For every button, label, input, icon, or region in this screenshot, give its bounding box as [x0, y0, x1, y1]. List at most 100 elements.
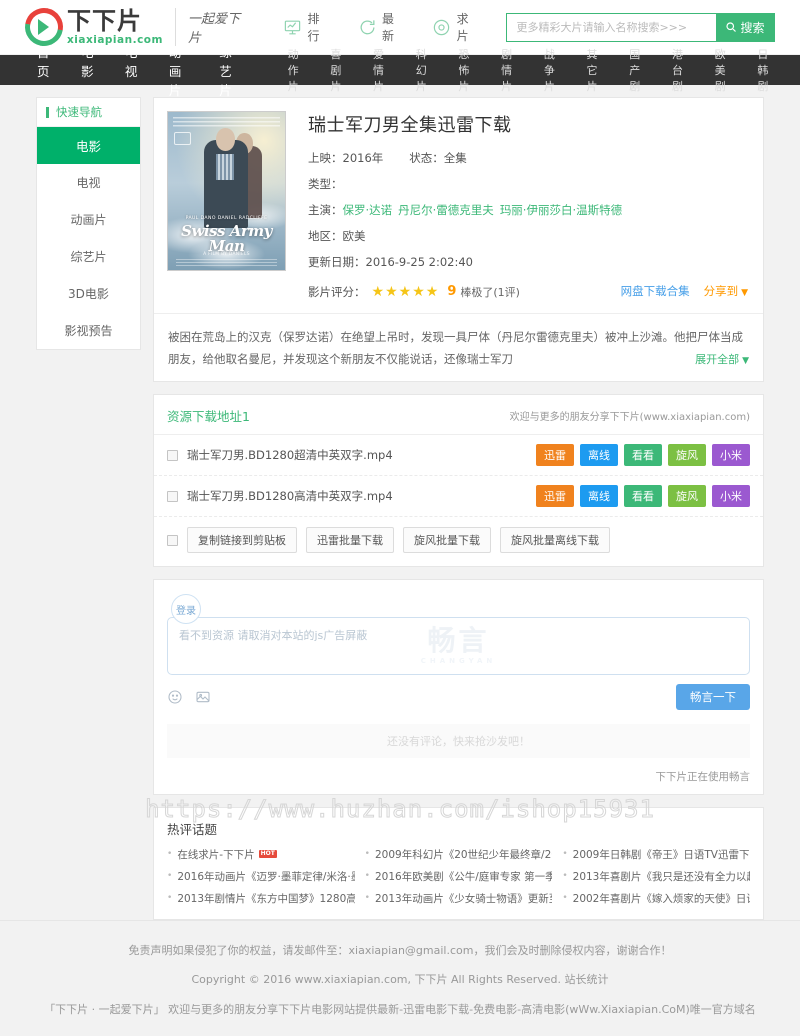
comment-section: 登录 看不到资源 请取消对本站的js广告屏蔽 畅言 CHANGYAN 畅言一下 … — [153, 579, 764, 795]
sidebar-item-tv[interactable]: 电视 — [37, 164, 140, 201]
nav-sub-action[interactable]: 动作片 — [288, 46, 308, 94]
nav-sub-western[interactable]: 欧美剧 — [715, 46, 735, 94]
sidebar-item-trailers[interactable]: 影视预告 — [37, 312, 140, 349]
content-container: 快速导航 电影 电视 动画片 综艺片 3D电影 影视预告 PAUL DANO D… — [36, 97, 764, 920]
nav-item-movies[interactable]: 电影 — [81, 42, 94, 99]
row-checkbox[interactable] — [167, 449, 178, 461]
nav-sub-romance[interactable]: 爱情片 — [373, 46, 393, 94]
publish-comment-button[interactable]: 畅言一下 — [676, 683, 750, 710]
header-nav-ranking[interactable]: 排行 — [283, 10, 332, 44]
release-label: 上映： — [308, 151, 343, 165]
site-logo[interactable]: 下下片 xiaxiapian.com — [17, 0, 163, 54]
star-icon[interactable]: ★ — [385, 284, 398, 300]
sidebar: 快速导航 电影 电视 动画片 综艺片 3D电影 影视预告 — [36, 97, 141, 350]
nav-sub-horror[interactable]: 恐怖片 — [458, 46, 478, 94]
list-item[interactable]: • 2013年喜剧片《我只是还没有全力以赴 — [562, 869, 750, 884]
xuanfeng-offline-batch-button[interactable]: 旋风批量离线下载 — [500, 527, 610, 554]
nav-sub-hktw[interactable]: 港台剧 — [672, 46, 692, 94]
update-value: 2016-9-25 2:02:40 — [365, 254, 474, 269]
download-btn-xuanfeng[interactable]: 旋风 — [668, 444, 706, 467]
netdisk-collection-link[interactable]: 网盘下载合集 — [621, 283, 690, 299]
empty-comments-message: 还没有评论，快来抢沙发吧！ — [167, 723, 750, 758]
nav-sub-domestic[interactable]: 国产剧 — [629, 46, 649, 94]
emoji-icon[interactable] — [167, 689, 183, 705]
download-btn-xiaomi[interactable]: 小米 — [712, 485, 750, 508]
nav-item-home[interactable]: 首页 — [37, 42, 50, 99]
share-dropdown[interactable]: 分享到 ▼ — [704, 283, 748, 299]
hot-topics-list: •在线求片-下下片HOT •2009年科幻片《20世纪少年最终章/20世HOT … — [167, 847, 750, 906]
search-button-label: 搜索 — [740, 20, 765, 35]
download-buttons: 迅雷 离线 看看 旋风 小米 — [530, 444, 750, 467]
movie-poster[interactable]: PAUL DANO DANIEL RADCLIFFE Swiss Army Ma… — [167, 111, 286, 271]
download-btn-xiaomi[interactable]: 小米 — [712, 444, 750, 467]
header-nav-latest[interactable]: 最新 — [357, 10, 406, 44]
download-btn-thunder[interactable]: 迅雷 — [536, 485, 574, 508]
nav-item-anime[interactable]: 动画片 — [169, 42, 188, 99]
search-input[interactable] — [507, 13, 716, 41]
thunder-batch-button[interactable]: 迅雷批量下载 — [306, 527, 394, 554]
download-file-name[interactable]: 瑞士军刀男.BD1280超清中英双字.mp4 — [187, 447, 530, 463]
description-text: 被困在荒岛上的汉克（保罗达诺）在绝望上吊时，发现一具尸体（丹尼尔雷德克里夫）被冲… — [168, 329, 743, 366]
download-btn-thunder[interactable]: 迅雷 — [536, 444, 574, 467]
list-item[interactable]: • 2016年动画片《迈罗·墨菲定律/米洛·墨 — [167, 869, 355, 884]
share-label: 分享到 — [703, 283, 739, 298]
nav-item-variety[interactable]: 综艺片 — [219, 42, 238, 99]
list-item[interactable]: • 在线求片-下下片 HOT — [167, 847, 355, 862]
list-item[interactable]: • 2016年欧美剧《公牛/庭审专家 第一季 — [365, 869, 553, 884]
sidebar-item-variety[interactable]: 综艺片 — [37, 238, 140, 275]
nav-sub-scifi[interactable]: 科幻片 — [416, 46, 436, 94]
movie-genre-row: 类型： — [308, 177, 750, 192]
nav-item-tv[interactable]: 电视 — [125, 42, 138, 99]
list-item[interactable]: •2009年日韩剧《帝王》日语TV迅雷下载HOT — [562, 847, 750, 862]
comment-placeholder: 看不到资源 请取消对本站的js广告屏蔽 — [179, 628, 368, 642]
header-nav-latest-label: 最新 — [382, 12, 395, 43]
select-all-checkbox[interactable] — [167, 534, 178, 546]
movie-release-row: 上映：2016年 状态：全集 — [308, 151, 750, 166]
header-nav: 排行 最新 求片 — [283, 10, 507, 44]
rating-stars[interactable]: ★ ★ ★ ★ ★ — [372, 284, 440, 300]
nav-sub-drama[interactable]: 剧情片 — [501, 46, 521, 94]
expand-description-button[interactable]: 展开全部 ▼ — [695, 350, 749, 371]
movie-info: 瑞士军刀男全集迅雷下载 上映：2016年 状态：全集 类型： 主演：保罗·达诺 丹尼… — [286, 111, 750, 300]
poster-top-credits — [173, 117, 280, 128]
hot-badge: HOT — [258, 850, 277, 859]
download-btn-offline[interactable]: 离线 — [580, 444, 618, 467]
nav-sub-jpkr[interactable]: 日韩剧 — [757, 46, 777, 94]
star-icon[interactable]: ★ — [372, 284, 385, 300]
header-nav-request[interactable]: 求片 — [432, 10, 481, 44]
star-icon[interactable]: ★ — [399, 284, 412, 300]
row-checkbox[interactable] — [167, 490, 178, 502]
download-btn-kankan[interactable]: 看看 — [624, 444, 662, 467]
comment-input[interactable]: 看不到资源 请取消对本站的js广告屏蔽 畅言 CHANGYAN — [167, 616, 750, 675]
chevron-down-icon: ▼ — [742, 356, 749, 367]
star-icon[interactable]: ★ — [426, 284, 439, 300]
download-btn-offline[interactable]: 离线 — [580, 485, 618, 508]
status-label: 状态： — [409, 151, 444, 165]
star-icon[interactable]: ★ — [412, 284, 425, 300]
search-button[interactable]: 搜索 — [716, 13, 774, 41]
cast-link-1[interactable]: 保罗·达诺 — [343, 203, 393, 217]
download-file-name[interactable]: 瑞士军刀男.BD1280高清中英双字.mp4 — [187, 488, 530, 504]
logo-play-icon — [17, 0, 71, 54]
cast-link-3[interactable]: 玛丽·伊丽莎白·温斯特德 — [500, 203, 622, 217]
list-item[interactable]: • 2013年剧情片《东方中国梦》1280高清 — [167, 891, 355, 906]
sidebar-item-movies[interactable]: 电影 — [37, 127, 140, 164]
image-upload-icon[interactable] — [195, 689, 211, 705]
sidebar-item-anime[interactable]: 动画片 — [37, 201, 140, 238]
list-item[interactable]: • 2002年喜剧片《嫁入烦家的天使》日语 — [562, 891, 750, 906]
nav-sub-comedy[interactable]: 喜剧片 — [330, 46, 350, 94]
cast-link-2[interactable]: 丹尼尔·雷德克里夫 — [398, 203, 494, 217]
download-btn-kankan[interactable]: 看看 — [624, 485, 662, 508]
download-btn-xuanfeng[interactable]: 旋风 — [668, 485, 706, 508]
detail-right-links: 网盘下载合集 分享到 ▼ — [621, 283, 748, 299]
nav-sub-other[interactable]: 其它片 — [587, 46, 607, 94]
movie-description: 被困在荒岛上的汉克（保罗达诺）在绝望上吊时，发现一具尸体（丹尼尔雷德克里夫）被冲… — [154, 312, 763, 382]
sidebar-item-3d[interactable]: 3D电影 — [37, 275, 140, 312]
bullet-icon: • — [167, 893, 173, 904]
nav-sub-war[interactable]: 战争片 — [544, 46, 564, 94]
xuanfeng-batch-button[interactable]: 旋风批量下载 — [403, 527, 491, 554]
list-item[interactable]: •2009年科幻片《20世纪少年最终章/20世HOT — [365, 847, 553, 862]
list-item[interactable]: • 2013年动画片《少女骑士物语》更新至 — [365, 891, 553, 906]
sidebar-title-label: 快速导航 — [56, 105, 102, 119]
copy-links-button[interactable]: 复制链接到剪贴板 — [187, 527, 297, 554]
